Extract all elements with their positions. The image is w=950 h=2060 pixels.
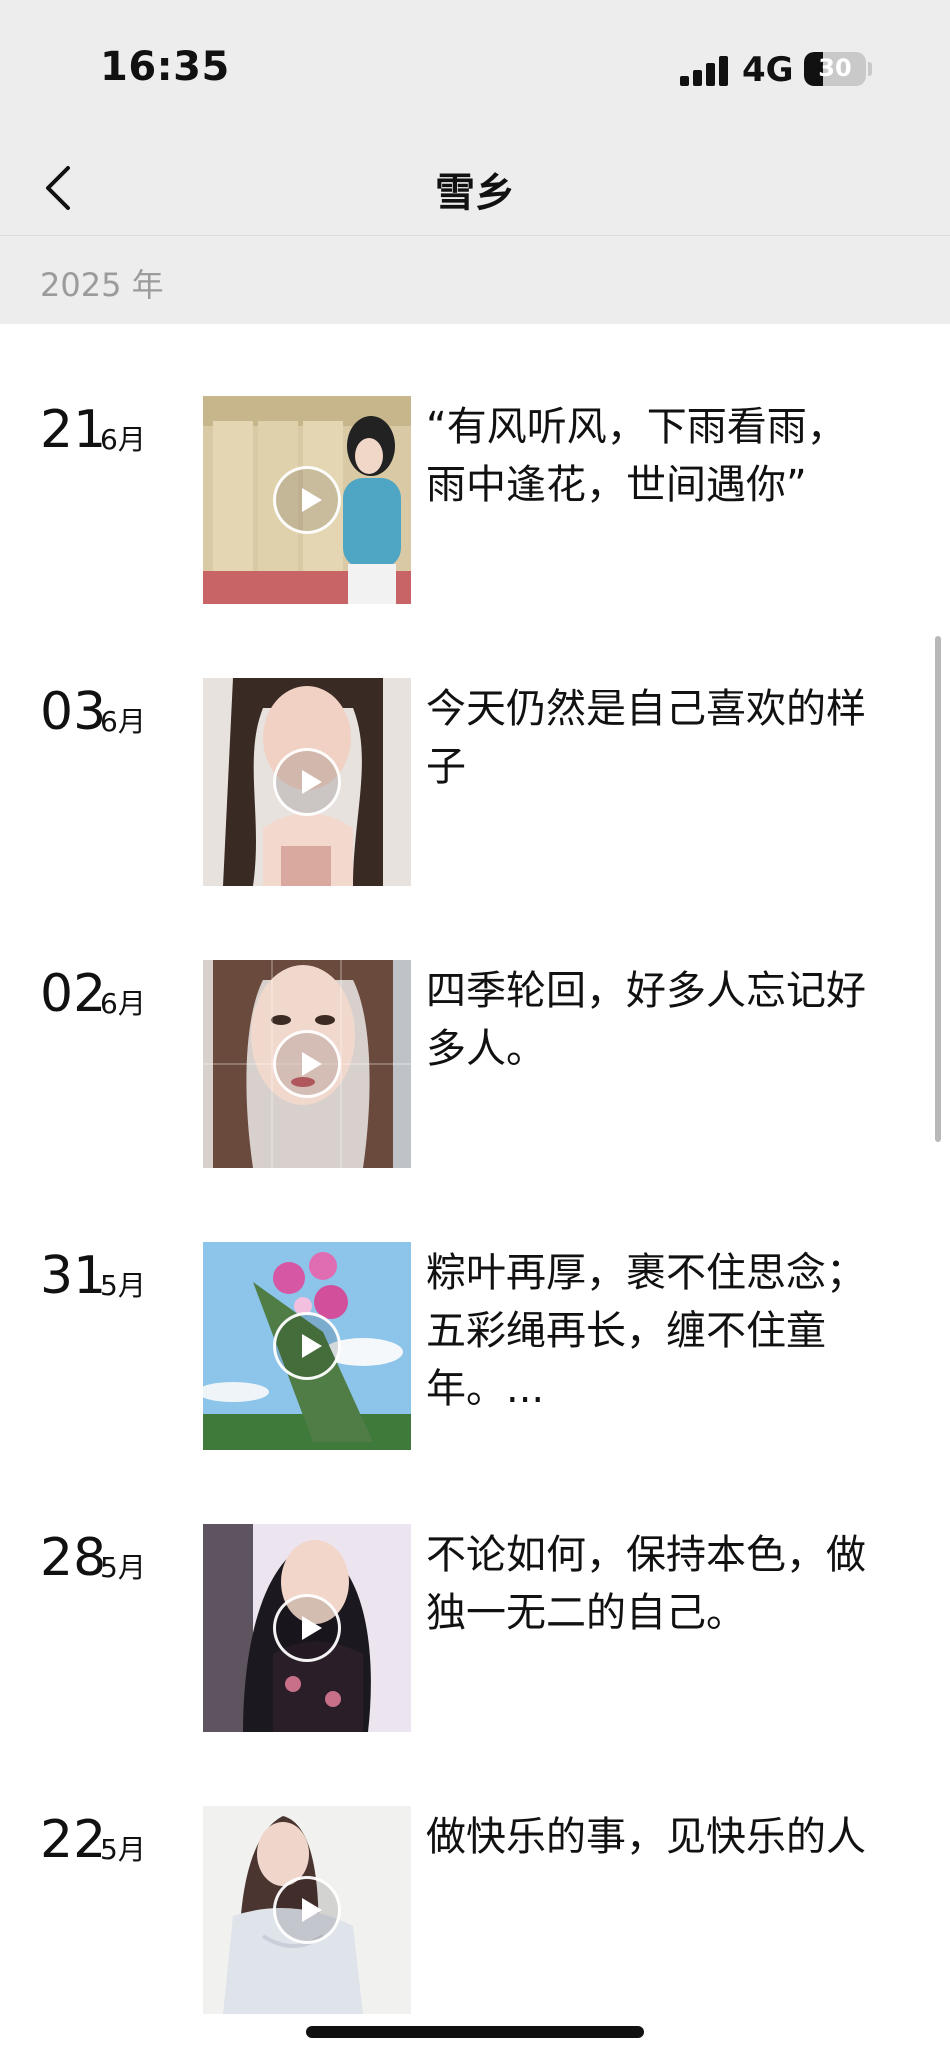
post-day: 28 xyxy=(40,1528,107,1588)
signal-icon xyxy=(680,56,732,86)
header-area: 16:35 4G 30 雪乡 2025 年 xyxy=(0,0,950,324)
post-item[interactable]: 31 5月 粽叶再厚，裹不住思念；五彩绳再长，缠不住童年。... xyxy=(0,1242,950,1452)
battery-icon: 30 xyxy=(804,52,866,86)
post-month: 6月 xyxy=(100,705,146,738)
battery-percent: 30 xyxy=(818,54,852,82)
post-caption: 今天仍然是自己喜欢的样子 xyxy=(426,686,866,790)
video-thumbnail[interactable] xyxy=(203,1806,411,2014)
network-type: 4G xyxy=(742,50,794,90)
post-day: 22 xyxy=(40,1810,107,1870)
scrollbar[interactable] xyxy=(935,636,941,1142)
page-title: 雪乡 xyxy=(435,170,515,216)
post-month: 6月 xyxy=(100,987,146,1020)
post-day: 03 xyxy=(40,682,107,742)
post-day: 21 xyxy=(40,400,107,460)
year-label: 2025 年 xyxy=(40,266,164,304)
battery-cap xyxy=(868,62,872,76)
status-time: 16:35 xyxy=(100,44,230,90)
post-item[interactable]: 22 5月 做快乐的事，见快乐的人 xyxy=(0,1806,950,2016)
post-month: 5月 xyxy=(100,1269,146,1302)
video-thumbnail[interactable] xyxy=(203,396,411,604)
video-thumbnail[interactable] xyxy=(203,678,411,886)
status-bar: 16:35 4G 30 xyxy=(0,0,950,140)
post-item[interactable]: 02 6月 四季轮回，好多人忘记好多人。 xyxy=(0,960,950,1170)
post-item[interactable]: 21 6月 “有风听风，下雨看雨，雨中逢花，世间遇你” xyxy=(0,396,950,606)
post-item[interactable]: 03 6月 今天仍然是自己喜欢的样子 xyxy=(0,678,950,888)
post-day: 02 xyxy=(40,964,107,1024)
post-caption: 不论如何，保持本色，做独一无二的自己。 xyxy=(426,1532,866,1636)
post-caption: 四季轮回，好多人忘记好多人。 xyxy=(426,968,866,1072)
play-icon xyxy=(273,1876,341,1944)
video-thumbnail[interactable] xyxy=(203,1242,411,1450)
post-caption: “有风听风，下雨看雨，雨中逢花，世间遇你” xyxy=(426,404,847,508)
post-caption: 粽叶再厚，裹不住思念；五彩绳再长，缠不住童年。... xyxy=(426,1250,866,1412)
post-item[interactable]: 28 5月 不论如何，保持本色，做独一无二的自己。 xyxy=(0,1524,950,1734)
play-icon xyxy=(273,1030,341,1098)
post-month: 5月 xyxy=(100,1833,146,1866)
play-icon xyxy=(273,748,341,816)
post-caption: 做快乐的事，见快乐的人 xyxy=(426,1814,866,1860)
play-icon xyxy=(273,466,341,534)
post-month: 5月 xyxy=(100,1551,146,1584)
video-thumbnail[interactable] xyxy=(203,960,411,1168)
post-feed[interactable]: 21 6月 “有风听风，下雨看雨，雨中逢花，世间遇你” 03 6月 今天仍然是自… xyxy=(0,324,950,2060)
video-thumbnail[interactable] xyxy=(203,1524,411,1732)
navigation-bar: 雪乡 xyxy=(0,140,950,236)
post-month: 6月 xyxy=(100,423,146,456)
play-icon xyxy=(273,1594,341,1662)
play-icon xyxy=(273,1312,341,1380)
home-indicator[interactable] xyxy=(306,2026,644,2038)
post-day: 31 xyxy=(40,1246,107,1306)
